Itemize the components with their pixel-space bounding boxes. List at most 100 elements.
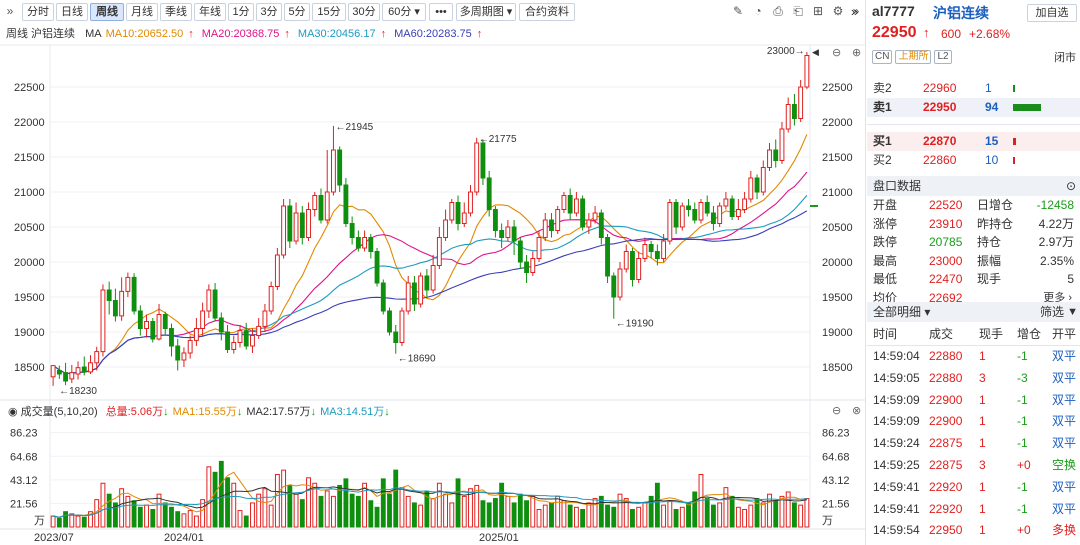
collapse-icon[interactable]: ⊙ bbox=[1066, 176, 1076, 196]
candle[interactable] bbox=[399, 307, 405, 347]
candle[interactable] bbox=[767, 143, 772, 171]
orderbook-row[interactable]: 卖2 22960 1 bbox=[867, 79, 1080, 98]
expand-left-icon[interactable]: » bbox=[851, 4, 858, 19]
candle[interactable] bbox=[605, 234, 610, 283]
tick-row[interactable]: 14:59:41 22920 1 -1 双平 bbox=[867, 477, 1080, 498]
candle[interactable] bbox=[760, 160, 766, 196]
candle[interactable] bbox=[324, 150, 330, 224]
candle[interactable] bbox=[299, 206, 305, 245]
settings-icon[interactable]: ⚙ bbox=[830, 4, 846, 18]
candle[interactable] bbox=[549, 213, 554, 238]
candle[interactable] bbox=[212, 283, 218, 322]
expand-icon[interactable]: ◉ bbox=[8, 406, 21, 418]
candle[interactable] bbox=[150, 318, 156, 343]
zoom-in-icon[interactable]: ⊕ bbox=[852, 47, 861, 59]
ticks-title[interactable]: 全部明细 ▾ bbox=[873, 302, 930, 322]
period-btn-0[interactable]: 分时 bbox=[22, 3, 54, 21]
candle[interactable] bbox=[542, 213, 548, 241]
tick-row[interactable]: 14:59:05 22880 3 -3 双平 bbox=[867, 368, 1080, 389]
candle[interactable] bbox=[630, 248, 635, 287]
candle[interactable] bbox=[517, 237, 523, 270]
candle[interactable] bbox=[287, 199, 293, 248]
candle[interactable] bbox=[679, 202, 685, 231]
candle[interactable] bbox=[636, 251, 642, 284]
candle[interactable] bbox=[312, 192, 318, 217]
period-btn-10[interactable]: 30分 bbox=[348, 3, 380, 21]
candle[interactable] bbox=[686, 199, 691, 217]
candle[interactable] bbox=[380, 279, 386, 315]
candle[interactable] bbox=[75, 361, 81, 380]
orderbook-row[interactable]: 卖1 22950 94 bbox=[867, 98, 1080, 117]
layout-icon[interactable]: ⊞ bbox=[810, 4, 826, 18]
candle[interactable] bbox=[125, 272, 131, 298]
candle[interactable] bbox=[100, 284, 106, 357]
zoom-out-icon[interactable]: ⊖ bbox=[832, 47, 841, 59]
candle[interactable] bbox=[779, 122, 785, 164]
tick-row[interactable]: 14:59:09 22900 1 -1 双平 bbox=[867, 411, 1080, 432]
tick-row[interactable]: 14:59:09 22900 1 -1 双平 bbox=[867, 390, 1080, 411]
period-btn-3[interactable]: 月线 bbox=[126, 3, 158, 21]
candle[interactable] bbox=[119, 277, 125, 321]
candle[interactable] bbox=[411, 276, 417, 311]
candle[interactable] bbox=[474, 137, 480, 196]
zoom-icon[interactable]: ⊖ bbox=[832, 405, 841, 417]
candle[interactable] bbox=[218, 312, 224, 341]
period-btn-5[interactable]: 年线 bbox=[194, 3, 226, 21]
candle[interactable] bbox=[443, 209, 449, 242]
candle[interactable] bbox=[231, 335, 237, 354]
candle[interactable] bbox=[206, 284, 212, 318]
candle[interactable] bbox=[331, 125, 336, 196]
candle[interactable] bbox=[492, 206, 498, 238]
expand-left-icon[interactable]: » bbox=[2, 4, 18, 18]
candle[interactable] bbox=[56, 365, 62, 379]
candle[interactable] bbox=[667, 199, 673, 245]
close-icon[interactable]: ⊗ bbox=[852, 405, 861, 417]
candle[interactable] bbox=[237, 325, 243, 348]
tick-row[interactable]: 14:59:41 22920 1 -1 双平 bbox=[867, 499, 1080, 520]
candle[interactable] bbox=[436, 227, 442, 269]
candle[interactable] bbox=[131, 273, 137, 315]
candle[interactable] bbox=[424, 269, 430, 297]
candle[interactable] bbox=[505, 220, 511, 241]
candle[interactable] bbox=[791, 94, 797, 126]
multi-period-button[interactable]: 多周期图 ▾ bbox=[456, 3, 516, 21]
chart-canvas[interactable]: 22500 22500 22000 22000 21500 21500 21000 21000… bbox=[0, 0, 866, 545]
candle[interactable] bbox=[418, 272, 424, 308]
period-btn-4[interactable]: 季线 bbox=[160, 3, 192, 21]
candle[interactable] bbox=[175, 339, 181, 371]
candle[interactable] bbox=[773, 139, 779, 168]
candle[interactable] bbox=[573, 192, 579, 217]
candle[interactable] bbox=[362, 230, 368, 252]
period-btn-6[interactable]: 1分 bbox=[228, 3, 254, 21]
period-select[interactable]: 60分 ▾ bbox=[382, 3, 426, 21]
period-btn-1[interactable]: 日线 bbox=[56, 3, 88, 21]
candle[interactable] bbox=[200, 302, 206, 336]
candle[interactable] bbox=[193, 318, 199, 346]
candle[interactable] bbox=[511, 220, 517, 255]
candle[interactable] bbox=[274, 248, 280, 290]
candle[interactable] bbox=[461, 202, 467, 228]
candle[interactable] bbox=[798, 80, 804, 122]
candle[interactable] bbox=[754, 174, 760, 200]
candle[interactable] bbox=[648, 241, 654, 259]
candle[interactable] bbox=[281, 199, 287, 259]
candle[interactable] bbox=[430, 255, 436, 294]
candle[interactable] bbox=[63, 362, 69, 386]
candle[interactable] bbox=[486, 171, 492, 217]
candle[interactable] bbox=[393, 325, 399, 354]
candle[interactable] bbox=[243, 322, 249, 350]
candle[interactable] bbox=[692, 202, 698, 224]
candle[interactable] bbox=[343, 178, 349, 227]
candle[interactable] bbox=[355, 230, 361, 252]
copy-icon[interactable]: ⎙ bbox=[770, 4, 786, 19]
candle[interactable] bbox=[480, 139, 486, 186]
candle[interactable] bbox=[623, 244, 629, 273]
candle[interactable] bbox=[723, 192, 729, 210]
candle[interactable] bbox=[187, 335, 193, 359]
edit-icon[interactable]: ✎ bbox=[730, 4, 746, 18]
period-btn-2[interactable]: 周线 bbox=[90, 3, 124, 21]
more-button[interactable]: ••• bbox=[429, 3, 453, 21]
candle[interactable] bbox=[88, 355, 93, 374]
tick-row[interactable]: 14:59:24 22875 1 -1 双平 bbox=[867, 433, 1080, 454]
filter-button[interactable]: 筛选 bbox=[1040, 302, 1064, 322]
